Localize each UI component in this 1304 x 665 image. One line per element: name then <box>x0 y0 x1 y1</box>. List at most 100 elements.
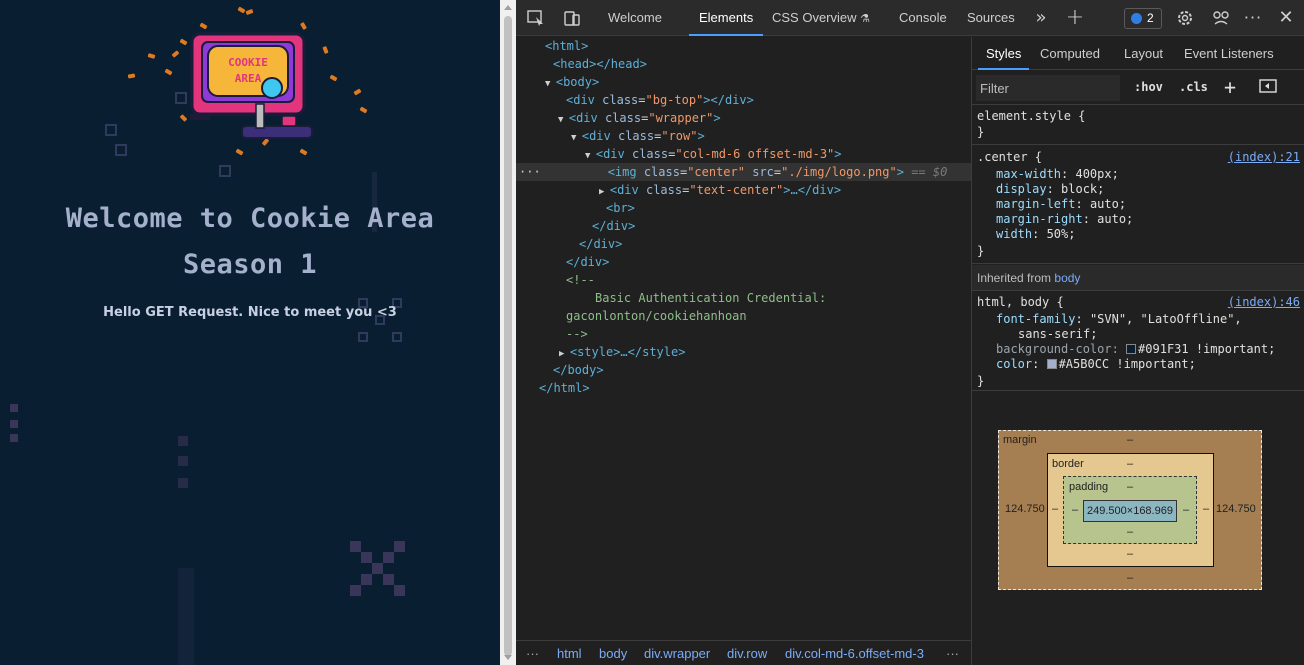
dom-node-close-html[interactable]: </html> <box>516 379 971 397</box>
dom-node-head[interactable]: <head></head> <box>516 55 971 73</box>
dom-node-body[interactable]: ▼ <body> <box>516 73 971 91</box>
padding-left-value[interactable]: – <box>1072 504 1078 516</box>
source-link[interactable]: (index):21 <box>1228 150 1300 165</box>
box-model-border[interactable]: border – – – – padding – – – – 249.500×1… <box>1047 453 1214 567</box>
color-swatch-icon[interactable] <box>1126 344 1137 354</box>
css-property[interactable]: color: #A5B0CC !important; <box>972 357 1304 372</box>
cls-toggle-button[interactable]: .cls <box>1179 80 1208 94</box>
breadcrumb-item[interactable]: div.row <box>727 641 767 665</box>
tab-styles[interactable]: Styles <box>977 37 1030 70</box>
dom-node-div-col[interactable]: ▼ <div class="col-md-6 offset-md-3"> <box>516 145 971 163</box>
css-property[interactable]: max-width: 400px; <box>972 167 1304 182</box>
more-tabs-icon[interactable]: » <box>1031 8 1051 28</box>
dom-node-br[interactable]: <br> <box>516 199 971 217</box>
node-actions-icon[interactable]: ··· <box>516 165 541 179</box>
margin-right-value[interactable]: 124.750 <box>1216 503 1256 515</box>
breadcrumb-overflow-icon[interactable]: ··· <box>946 641 959 665</box>
dom-node-comment[interactable]: gaconlonton/cookiehanhoan <box>516 307 971 325</box>
dom-node-img-selected[interactable]: ··· <img class="center" src="./img/logo.p… <box>516 163 971 181</box>
tab-sources[interactable]: Sources <box>967 0 1015 36</box>
expand-triangle-icon[interactable]: ▶ <box>599 187 610 197</box>
close-icon[interactable]: ✕ <box>1276 8 1296 28</box>
dom-node-div-text-center[interactable]: ▶ <div class="text-center">…</div> <box>516 181 971 199</box>
hov-toggle-button[interactable]: :hov <box>1134 80 1163 94</box>
dom-node-close[interactable]: </div> <box>516 235 971 253</box>
device-toggle-icon[interactable] <box>562 8 582 28</box>
breadcrumb-overflow-icon[interactable]: ··· <box>526 641 539 665</box>
color-swatch-icon[interactable] <box>1046 359 1057 369</box>
breadcrumb-item[interactable]: div.col-md-6.offset-md-3 <box>785 641 924 665</box>
property-value: 50%; <box>1046 227 1076 241</box>
scrollbar-thumb[interactable] <box>504 16 512 656</box>
customize-icon[interactable] <box>1211 8 1231 28</box>
border-top-value[interactable]: – <box>1127 458 1133 470</box>
padding-top-value[interactable]: – <box>1127 481 1133 493</box>
page-scrollbar[interactable] <box>500 0 516 665</box>
dom-node-html[interactable]: <html> <box>516 37 971 55</box>
dom-node-close-body[interactable]: </body> <box>516 361 971 379</box>
settings-icon[interactable] <box>1175 8 1195 28</box>
add-tab-icon[interactable]: + <box>1065 7 1085 29</box>
expand-triangle-icon[interactable]: ▼ <box>545 79 556 89</box>
leaf-decor <box>199 22 208 30</box>
attr-name: class <box>631 147 669 161</box>
breadcrumb-item[interactable]: body <box>599 641 627 665</box>
css-property[interactable]: margin-left: auto; <box>972 197 1304 212</box>
scroll-up-icon[interactable] <box>504 5 512 10</box>
dom-node-close[interactable]: </div> <box>516 217 971 235</box>
issues-badge[interactable]: 2 <box>1124 8 1162 29</box>
css-property[interactable]: font-family: "SVN", "LatoOffline", <box>972 312 1304 327</box>
dom-node-close[interactable]: </div> <box>516 253 971 271</box>
tab-elements[interactable]: Elements <box>686 0 766 36</box>
box-model-padding[interactable]: padding – – – – 249.500×168.969 <box>1063 476 1197 544</box>
breadcrumb-item[interactable]: div.wrapper <box>644 641 710 665</box>
dom-node-div-bg-top[interactable]: <div class="bg-top"></div> <box>516 91 971 109</box>
dom-node-comment[interactable]: --> <box>516 325 971 343</box>
tab-css-overview[interactable]: CSS Overview ⚗ <box>772 0 870 36</box>
expand-triangle-icon[interactable]: ▼ <box>558 115 569 125</box>
more-options-icon[interactable]: ··· <box>1243 8 1263 28</box>
tab-event-listeners[interactable]: Event Listeners <box>1184 37 1274 70</box>
rule-selector[interactable]: html, body { <box>977 295 1064 309</box>
expand-triangle-icon[interactable]: ▼ <box>585 151 596 161</box>
decor-pixel <box>350 541 361 552</box>
new-rule-icon[interactable]: + <box>1224 75 1236 99</box>
inspect-icon[interactable] <box>526 8 546 28</box>
source-link[interactable]: (index):46 <box>1228 295 1300 310</box>
margin-bottom-value[interactable]: – <box>1127 572 1133 584</box>
toggle-sidebar-icon[interactable] <box>1259 78 1277 97</box>
rule-selector[interactable]: element.style { <box>972 109 1304 124</box>
box-model-content-size[interactable]: 249.500×168.969 <box>1083 500 1177 522</box>
tab-computed[interactable]: Computed <box>1040 37 1100 70</box>
attr-name: class <box>645 183 683 197</box>
margin-top-value[interactable]: – <box>1127 434 1133 446</box>
margin-left-value[interactable]: 124.750 <box>1005 503 1045 515</box>
padding-bottom-value[interactable]: – <box>1127 526 1133 538</box>
padding-right-value[interactable]: – <box>1183 504 1189 516</box>
breadcrumb-item[interactable]: html <box>557 641 582 665</box>
dom-node-div-row[interactable]: ▼ <div class="row"> <box>516 127 971 145</box>
css-property[interactable]: background-color: #091F31 !important; <box>972 342 1304 357</box>
styles-filter-input[interactable] <box>976 75 1120 101</box>
css-property[interactable]: margin-right: auto; <box>972 212 1304 227</box>
border-right-value[interactable]: – <box>1203 503 1209 515</box>
expand-triangle-icon[interactable]: ▶ <box>559 349 570 359</box>
dom-node-comment[interactable]: <!-- <box>516 271 971 289</box>
attr-value: "./img/logo.png" <box>781 165 897 179</box>
tab-layout[interactable]: Layout <box>1124 37 1163 70</box>
dom-node-style[interactable]: ▶ <style>…</style> <box>516 343 971 361</box>
css-property[interactable]: display: block; <box>972 182 1304 197</box>
dom-node-div-wrapper[interactable]: ▼ <div class="wrapper"> <box>516 109 971 127</box>
css-property[interactable]: width: 50%; <box>972 227 1304 242</box>
dom-node-comment[interactable]: Basic Authentication Credential: <box>516 289 971 307</box>
scroll-down-icon[interactable] <box>504 655 512 660</box>
rule-selector[interactable]: .center { <box>977 150 1042 164</box>
border-left-value[interactable]: – <box>1052 503 1058 515</box>
tab-console[interactable]: Console <box>899 0 947 36</box>
inherited-link[interactable]: body <box>1054 271 1080 285</box>
expand-triangle-icon[interactable]: ▼ <box>571 133 582 143</box>
box-model-margin[interactable]: margin – – 124.750 124.750 border – – – … <box>998 430 1262 590</box>
border-bottom-value[interactable]: – <box>1127 548 1133 560</box>
tab-welcome[interactable]: Welcome <box>608 0 662 36</box>
decor-pixel <box>350 585 361 596</box>
